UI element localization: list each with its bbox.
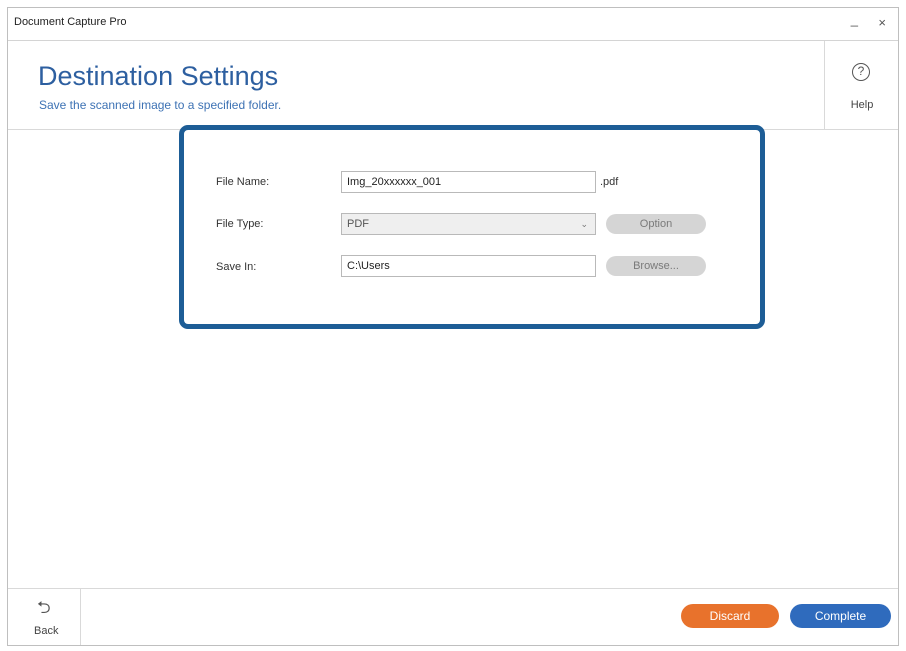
close-button[interactable]: × <box>878 15 886 30</box>
back-label: Back <box>34 625 59 637</box>
destination-settings-panel: File Name: .pdf File Type: PDF ⌄ Option … <box>179 125 765 329</box>
title-bar: Document Capture Pro _ × <box>8 8 898 41</box>
file-type-select[interactable]: PDF ⌄ <box>341 213 596 235</box>
app-window: Document Capture Pro _ × Destination Set… <box>7 7 899 646</box>
chevron-down-icon: ⌄ <box>580 219 588 229</box>
discard-button[interactable]: Discard <box>681 604 779 628</box>
question-circle-icon: ? <box>852 63 870 81</box>
file-name-input[interactable] <box>341 171 596 193</box>
file-type-value: PDF <box>347 218 369 230</box>
page-header: Destination Settings Save the scanned im… <box>8 41 898 130</box>
complete-button[interactable]: Complete <box>790 604 891 628</box>
page-title: Destination Settings <box>38 61 279 91</box>
file-name-label: File Name: <box>216 176 270 188</box>
footer-bar: ⮌ Back Discard Complete <box>8 588 898 645</box>
save-in-input[interactable] <box>341 255 596 277</box>
help-button[interactable]: ? Help <box>824 41 898 129</box>
page-subtitle: Save the scanned image to a specified fo… <box>39 98 282 112</box>
minimize-button[interactable]: _ <box>851 12 858 27</box>
browse-button[interactable]: Browse... <box>606 256 706 276</box>
help-label: Help <box>850 99 874 111</box>
option-button[interactable]: Option <box>606 214 706 234</box>
back-button[interactable]: ⮌ Back <box>8 589 81 645</box>
file-extension-label: .pdf <box>600 176 619 188</box>
app-title: Document Capture Pro <box>14 16 127 28</box>
save-in-label: Save In: <box>216 261 257 273</box>
back-arrow-icon: ⮌ <box>37 598 51 617</box>
file-type-label: File Type: <box>216 218 264 230</box>
